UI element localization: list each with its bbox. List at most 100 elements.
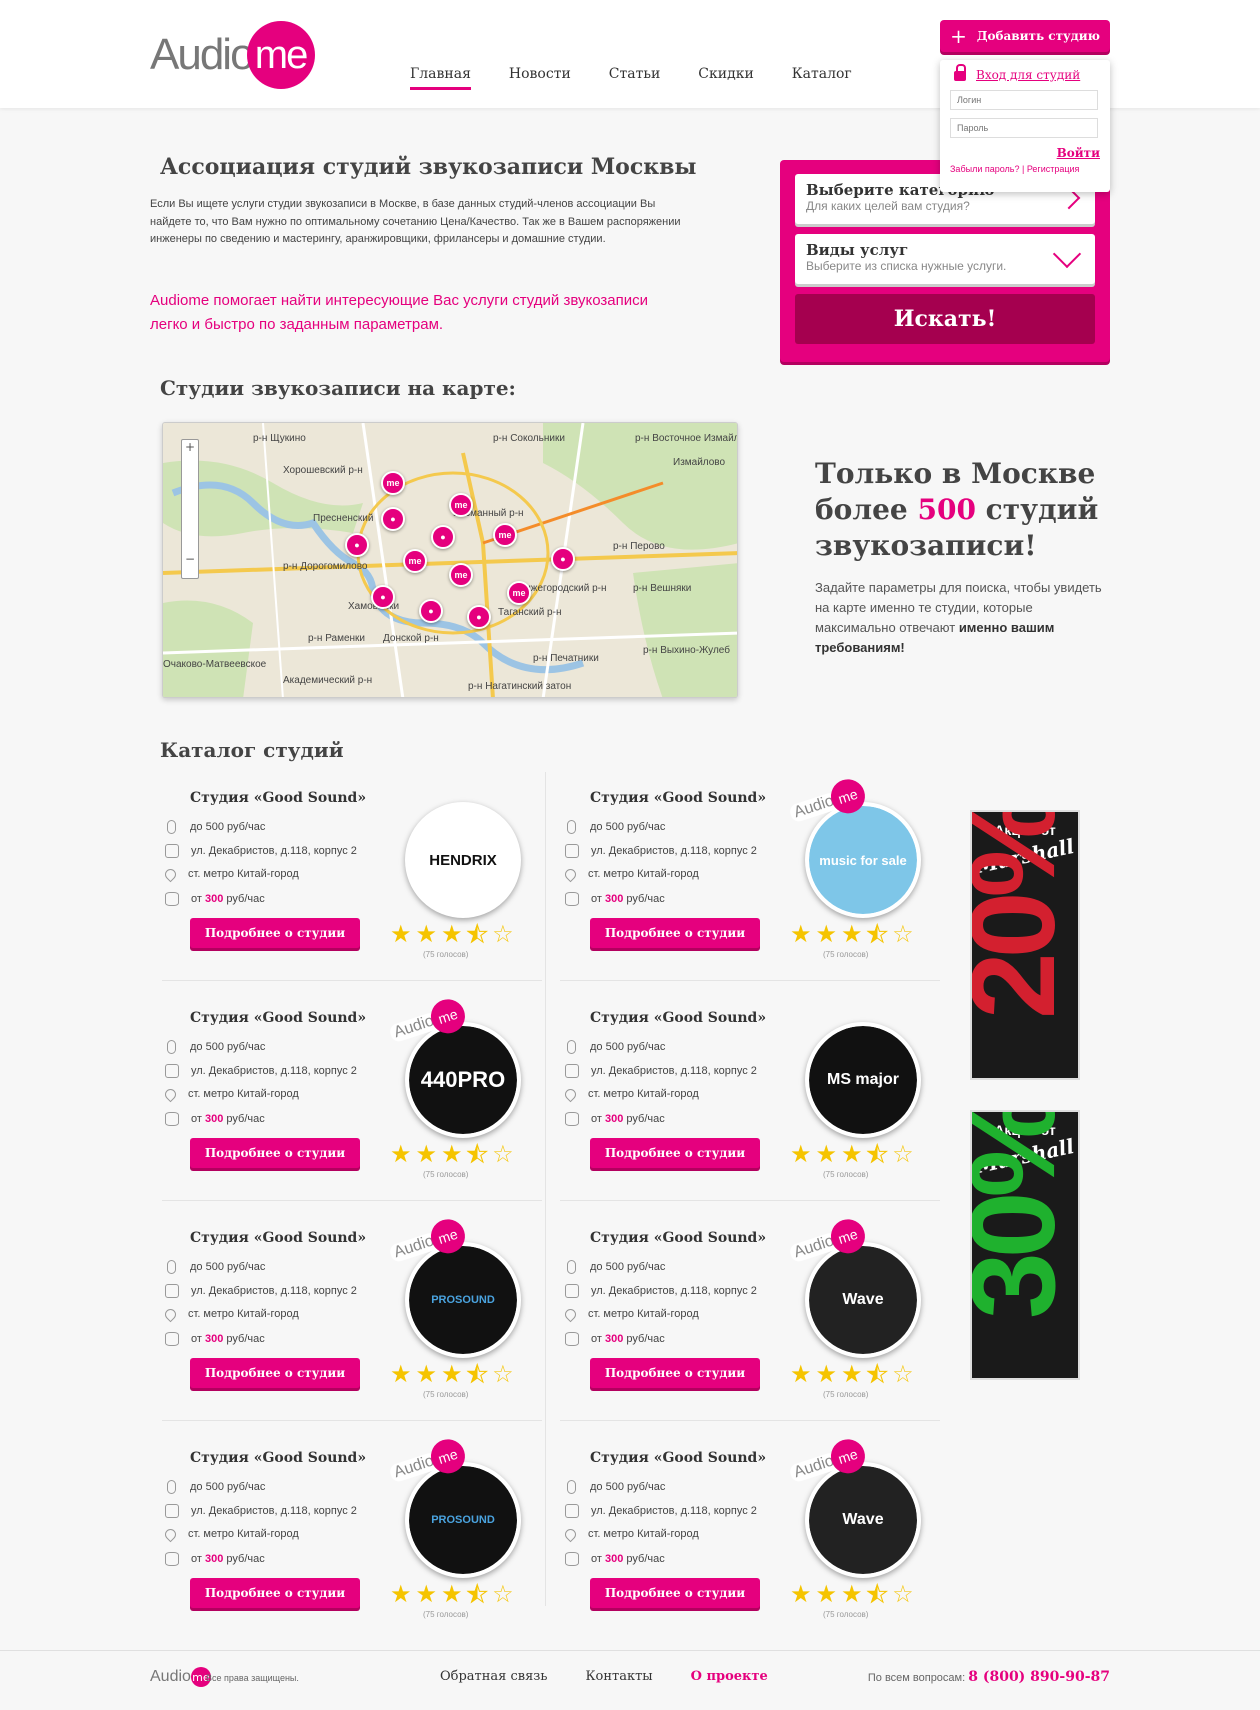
rating-stars[interactable]: ★ ★ ★ ★ ☆ [790,1362,914,1387]
star-half-icon[interactable]: ★ [466,922,488,947]
login-submit-link[interactable]: Войти [950,146,1100,160]
footer-link-feedback[interactable]: Обратная связь [440,1669,547,1684]
star-full-icon[interactable]: ★ [816,1362,838,1386]
rating-stars[interactable]: ★ ★ ★ ★ ☆ [790,1142,914,1167]
services-select[interactable]: Виды услуг Выберите из списка нужные усл… [795,234,1095,284]
studio-name[interactable]: Студия «Good Sound» [190,1450,366,1466]
marshall-banner-20[interactable]: Акция от Marshall 20% [970,810,1080,1080]
star-full-icon[interactable]: ★ [416,1362,438,1386]
rating-stars[interactable]: ★ ★ ★ ★ ☆ [390,1582,514,1607]
star-full-icon[interactable]: ★ [790,1362,812,1386]
studio-name[interactable]: Студия «Good Sound» [190,790,366,806]
studio-map[interactable]: Хорошевский р-н р-н Щукино р-н Сокольник… [162,422,738,698]
rating-stars[interactable]: ★ ★ ★ ★ ☆ [390,1362,514,1387]
microphone-pin[interactable]: ● [381,507,405,531]
microphone-pin[interactable]: ● [371,585,395,609]
star-half-icon[interactable]: ★ [466,1362,488,1387]
star-half-icon[interactable]: ★ [866,922,888,947]
studio-name[interactable]: Студия «Good Sound» [190,1230,366,1246]
star-full-icon[interactable]: ★ [841,1142,863,1166]
star-full-icon[interactable]: ★ [416,1142,438,1166]
studio-name[interactable]: Студия «Good Sound» [590,1230,766,1246]
login-field[interactable] [950,90,1098,110]
star-full-icon[interactable]: ★ [790,922,812,946]
nav-item-articles[interactable]: Статьи [609,66,661,88]
rating-stars[interactable]: ★ ★ ★ ★ ☆ [390,1142,514,1167]
phone-number[interactable]: 8 (800) 890-90-87 [968,1669,1110,1685]
star-empty-icon[interactable]: ☆ [492,1362,514,1386]
microphone-pin[interactable]: ● [431,525,455,549]
zoom-out-button[interactable]: − [182,552,198,566]
search-button[interactable]: Искать! [795,294,1095,344]
microphone-pin[interactable]: ● [467,605,491,629]
logo[interactable]: Audio me [150,21,315,89]
star-empty-icon[interactable]: ☆ [492,922,514,946]
studio-details-button[interactable]: Подробнее о студии [590,1358,760,1388]
zoom-in-button[interactable]: + [182,440,198,454]
star-empty-icon[interactable]: ☆ [892,922,914,946]
nav-item-home[interactable]: Главная [410,66,471,90]
rating-stars[interactable]: ★ ★ ★ ★ ☆ [390,922,514,947]
microphone-pin[interactable]: ● [345,533,369,557]
studio-details-button[interactable]: Подробнее о студии [190,1578,360,1608]
studio-details-button[interactable]: Подробнее о студии [190,918,360,948]
star-full-icon[interactable]: ★ [841,922,863,946]
star-full-icon[interactable]: ★ [416,922,438,946]
studio-logo[interactable]: MS major [805,1022,921,1138]
studio-name[interactable]: Студия «Good Sound» [590,1010,766,1026]
star-full-icon[interactable]: ★ [816,922,838,946]
map-pin[interactable]: me [449,493,473,517]
star-full-icon[interactable]: ★ [441,1362,463,1386]
star-full-icon[interactable]: ★ [416,1582,438,1606]
star-full-icon[interactable]: ★ [841,1362,863,1386]
star-half-icon[interactable]: ★ [466,1582,488,1607]
studio-details-button[interactable]: Подробнее о студии [590,1138,760,1168]
star-empty-icon[interactable]: ☆ [492,1582,514,1606]
marshall-banner-30[interactable]: Акция от Marshall 30% [970,1110,1080,1380]
map-pin[interactable]: me [403,549,427,573]
studio-name[interactable]: Студия «Good Sound» [190,1010,366,1026]
studio-details-button[interactable]: Подробнее о студии [190,1138,360,1168]
nav-item-discounts[interactable]: Скидки [698,66,754,88]
nav-item-news[interactable]: Новости [509,66,571,88]
star-full-icon[interactable]: ★ [441,922,463,946]
map-pin[interactable]: me [381,471,405,495]
studio-name[interactable]: Студия «Good Sound» [590,1450,766,1466]
add-studio-button[interactable]: + Добавить студию [940,20,1110,52]
star-empty-icon[interactable]: ☆ [892,1142,914,1166]
star-empty-icon[interactable]: ☆ [492,1142,514,1166]
forgot-register-links[interactable]: Забыли пароль? | Регистрация [950,164,1100,174]
star-full-icon[interactable]: ★ [790,1142,812,1166]
star-full-icon[interactable]: ★ [816,1582,838,1606]
studio-details-button[interactable]: Подробнее о студии [590,918,760,948]
star-half-icon[interactable]: ★ [866,1362,888,1387]
studio-name[interactable]: Студия «Good Sound» [590,790,766,806]
login-link[interactable]: Вход для студий [976,68,1080,82]
star-empty-icon[interactable]: ☆ [892,1582,914,1606]
microphone-pin[interactable]: ● [419,599,443,623]
star-full-icon[interactable]: ★ [441,1142,463,1166]
star-full-icon[interactable]: ★ [390,1582,412,1606]
star-full-icon[interactable]: ★ [816,1142,838,1166]
star-half-icon[interactable]: ★ [866,1582,888,1607]
microphone-pin[interactable]: ● [551,547,575,571]
rating-stars[interactable]: ★ ★ ★ ★ ☆ [790,1582,914,1607]
map-pin[interactable]: me [449,563,473,587]
star-full-icon[interactable]: ★ [390,1362,412,1386]
studio-details-button[interactable]: Подробнее о студии [590,1578,760,1608]
star-full-icon[interactable]: ★ [390,1142,412,1166]
rating-stars[interactable]: ★ ★ ★ ★ ☆ [790,922,914,947]
map-zoom-control[interactable]: + − [181,439,199,579]
footer-link-contacts[interactable]: Контакты [585,1669,652,1684]
star-full-icon[interactable]: ★ [441,1582,463,1606]
nav-item-catalog[interactable]: Каталог [792,66,852,88]
star-full-icon[interactable]: ★ [390,922,412,946]
map-pin[interactable]: me [493,523,517,547]
star-empty-icon[interactable]: ☆ [892,1362,914,1386]
star-half-icon[interactable]: ★ [866,1142,888,1167]
map-pin[interactable]: me [507,581,531,605]
password-field[interactable] [950,118,1098,138]
star-full-icon[interactable]: ★ [790,1582,812,1606]
footer-link-about[interactable]: О проекте [691,1669,768,1684]
star-half-icon[interactable]: ★ [466,1142,488,1167]
